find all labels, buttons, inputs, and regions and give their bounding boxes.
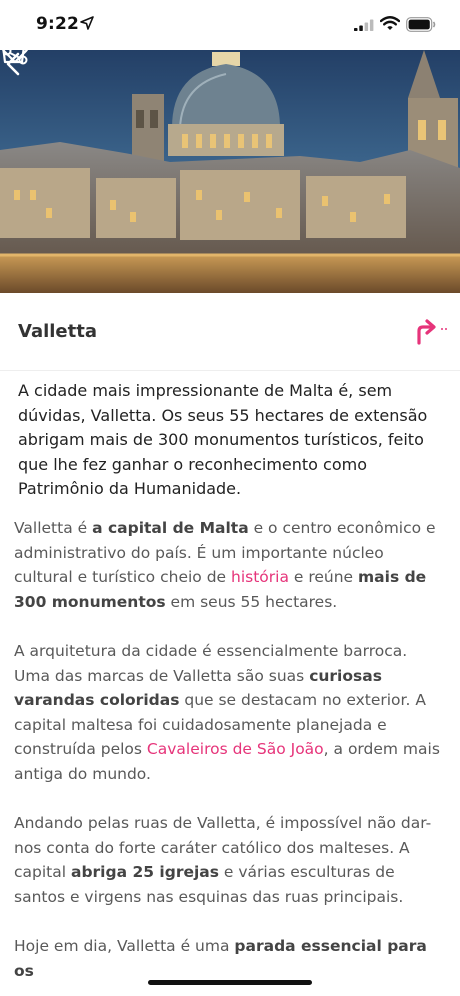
home-indicator[interactable]	[148, 980, 312, 985]
status-time: 9:22	[36, 14, 80, 34]
battery-icon	[406, 17, 436, 32]
directions-button[interactable]	[414, 319, 452, 345]
cavaleiros-link[interactable]: Cavaleiros de São João	[147, 740, 324, 758]
intro-paragraph: A cidade mais impressionante de Malta é,…	[18, 381, 428, 498]
hero-image	[0, 50, 460, 293]
text: Hoje em dia, Valletta é uma	[14, 937, 235, 955]
paragraph-1: Valletta é a capital de Malta e o centro…	[14, 516, 446, 614]
bold-text: abriga 25 igrejas	[70, 863, 219, 881]
status-bar: 9:22	[0, 0, 460, 50]
article-content: A cidade mais impressionante de Malta é,…	[0, 371, 460, 996]
historia-link[interactable]: história	[231, 568, 289, 586]
page-title: Valletta	[18, 321, 97, 342]
paragraph-4: Hoje em dia, Valletta é uma parada essen…	[14, 934, 446, 983]
signal-icon	[354, 19, 374, 31]
text: Valletta é	[14, 519, 93, 537]
paragraph-3: Andando pelas ruas de Valletta, é imposs…	[14, 811, 446, 909]
title-row: Valletta	[0, 293, 460, 371]
location-arrow-icon	[80, 16, 94, 30]
cart-button[interactable]	[0, 50, 30, 66]
paragraph-2: A arquitetura da cidade é essencialmente…	[14, 639, 446, 786]
wifi-icon	[380, 16, 400, 30]
text: e reúne	[288, 568, 359, 586]
bold-text: a capital de Malta	[92, 519, 249, 537]
text: em seus 55 hectares.	[165, 592, 338, 611]
